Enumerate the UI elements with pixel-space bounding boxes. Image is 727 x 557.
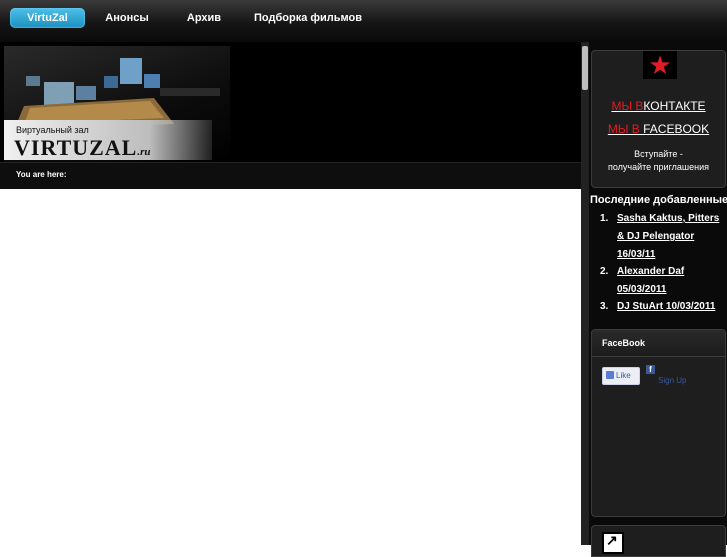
recent-item[interactable]: 3. DJ StuArt 10/03/2011 <box>589 298 725 316</box>
recent-item[interactable]: 2. Alexander Daf 05/03/2011 <box>589 263 725 299</box>
vkontakte-link[interactable]: МЫ ВКОНТАКТЕ <box>592 99 725 113</box>
like-label: Like <box>616 371 631 380</box>
social-panel: ★ МЫ ВКОНТАКТЕ МЫ В FACEBOOK Вступайте -… <box>591 50 726 188</box>
vk-link-text: КОНТАКТЕ <box>643 99 706 113</box>
main-content: Виртуальный зал VIRTUZAL.ru You are here… <box>0 42 581 545</box>
nav-tab-movies[interactable]: Подборка фильмов <box>252 8 364 28</box>
recent-heading: Последние добавленные <box>590 194 727 206</box>
logo-title: VIRTUZAL <box>14 135 138 160</box>
site-logo[interactable]: VIRTUZAL.ru <box>14 135 151 161</box>
recent-item[interactable]: 1. Sasha Kaktus, Pitters & DJ Pelengator… <box>589 210 725 264</box>
fb-link-red-text: МЫ В <box>607 122 640 136</box>
nav-tab-archive[interactable]: Архив <box>176 8 232 28</box>
facebook-link[interactable]: МЫ В FACEBOOK <box>592 122 725 136</box>
sidebar: ★ МЫ ВКОНТАКТЕ МЫ В FACEBOOK Вступайте -… <box>589 42 727 557</box>
recent-item-number: 1. <box>600 213 609 224</box>
like-button[interactable]: Like <box>602 367 640 385</box>
recent-item-link[interactable]: Sasha Kaktus, Pitters & DJ Pelengator 16… <box>617 210 727 264</box>
logo-subtitle: Виртуальный зал <box>16 125 89 135</box>
join-text: Вступайте - получайте приглашения <box>592 148 725 174</box>
recent-item-number: 3. <box>600 301 609 312</box>
facebook-panel-title: FaceBook <box>592 330 725 357</box>
recent-item-number: 2. <box>600 266 609 277</box>
facebook-panel: FaceBook Like f Sign Up <box>591 329 726 517</box>
facebook-icon: f <box>646 365 655 374</box>
logo-suffix: .ru <box>137 146 151 158</box>
nav-tab-virtuzal[interactable]: VirtuZal <box>10 8 85 28</box>
star-icon: ★ <box>648 50 672 80</box>
vk-link-red-text: МЫ В <box>611 99 644 113</box>
bottom-panel: ↗ <box>591 525 726 557</box>
nav-tab-announcements[interactable]: Анонсы <box>96 8 158 28</box>
main-scrollbar[interactable] <box>581 42 589 545</box>
recent-item-link[interactable]: Alexander Daf 05/03/2011 <box>617 263 727 299</box>
top-nav-bar: VirtuZal Анонсы Архив Подборка фильмов <box>0 0 727 43</box>
breadcrumb: You are here: <box>0 162 581 189</box>
recent-item-link[interactable]: DJ StuArt 10/03/2011 <box>617 298 727 316</box>
join-line-1: Вступайте - <box>634 149 683 159</box>
signup-link[interactable]: Sign Up <box>658 376 686 385</box>
arrow-icon[interactable]: ↗ <box>602 532 624 554</box>
thumbs-up-icon <box>606 371 614 379</box>
scroll-thumb[interactable] <box>582 46 588 90</box>
header-banner: Виртуальный зал VIRTUZAL.ru You are here… <box>0 42 581 189</box>
join-line-2: получайте приглашения <box>607 162 710 172</box>
star-badge: ★ <box>643 50 677 80</box>
fb-link-text: FACEBOOK <box>639 122 710 136</box>
breadcrumb-label: You are here: <box>16 170 67 179</box>
